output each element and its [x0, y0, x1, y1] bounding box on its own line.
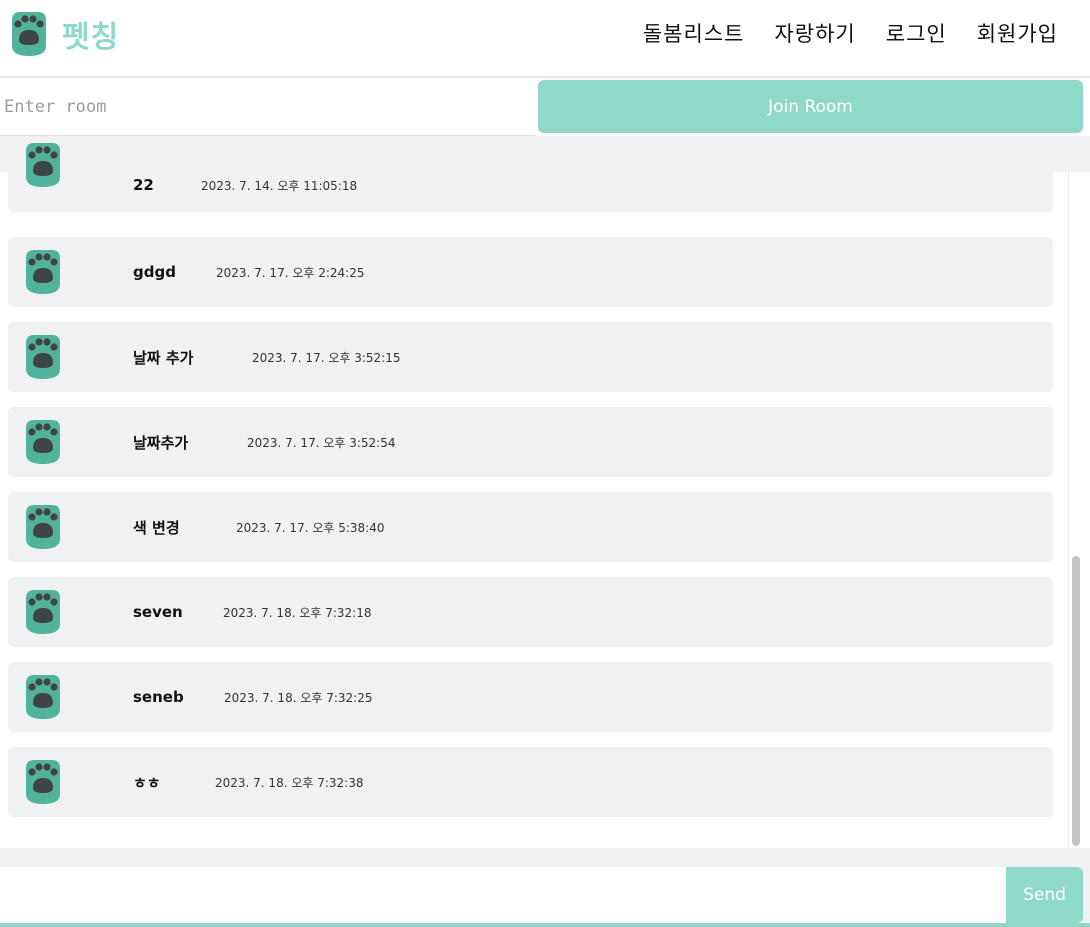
- top-nav: 돌봄리스트 자랑하기 로그인 회원가입: [643, 18, 1058, 48]
- paw-icon: [26, 335, 60, 379]
- message-name: 날짜추가: [133, 433, 189, 452]
- message-name: 22: [133, 176, 154, 194]
- message-time: 2023. 7. 17. 오후 5:38:40: [236, 520, 385, 535]
- paw-icon: [26, 143, 60, 187]
- logo[interactable]: 펫칭: [8, 10, 119, 58]
- message-time: 2023. 7. 18. 오후 7:32:38: [215, 775, 364, 790]
- message-time: 2023. 7. 18. 오후 7:32:25: [224, 690, 373, 705]
- list-item[interactable]: seven 2023. 7. 18. 오후 7:32:18: [8, 577, 1053, 647]
- scrollbar-thumb[interactable]: [1072, 556, 1080, 846]
- message-name: 날짜 추가: [133, 348, 194, 367]
- nav-signup[interactable]: 회원가입: [977, 18, 1058, 48]
- list-item[interactable]: 날짜추가 2023. 7. 17. 오후 3:52:54: [8, 407, 1053, 477]
- paw-icon: [26, 420, 60, 464]
- send-button[interactable]: Send: [1006, 867, 1083, 923]
- message-name: seneb: [133, 688, 184, 706]
- message-time: 2023. 7. 17. 오후 3:52:15: [252, 350, 401, 365]
- list-item[interactable]: seneb 2023. 7. 18. 오후 7:32:25: [8, 662, 1053, 732]
- nav-login[interactable]: 로그인: [886, 18, 947, 48]
- message-input[interactable]: [0, 867, 1006, 923]
- message-time: 2023. 7. 18. 오후 7:32:18: [223, 605, 372, 620]
- join-room-button[interactable]: Join Room: [538, 80, 1083, 133]
- paw-icon: [26, 675, 60, 719]
- list-item[interactable]: 날짜 추가 2023. 7. 17. 오후 3:52:15: [8, 322, 1053, 392]
- logo-text: 펫칭: [62, 20, 120, 55]
- nav-care-list[interactable]: 돌봄리스트: [643, 18, 745, 48]
- list-item[interactable]: ㅎㅎ 2023. 7. 18. 오후 7:32:38: [8, 747, 1053, 817]
- paw-icon: [26, 505, 60, 549]
- message-composer: Send: [0, 848, 1090, 927]
- message-name: 색 변경: [133, 518, 180, 537]
- message-name: seven: [133, 603, 183, 621]
- paw-icon: [12, 12, 46, 56]
- message-list-panel: 22 2023. 7. 14. 오후 11:05:18 gdgd 2023. 7…: [0, 136, 1090, 848]
- list-item[interactable]: 색 변경 2023. 7. 17. 오후 5:38:40: [8, 492, 1053, 562]
- room-join-bar: Join Room: [0, 79, 1090, 136]
- message-name: gdgd: [133, 263, 176, 281]
- list-item[interactable]: gdgd 2023. 7. 17. 오후 2:24:25: [8, 237, 1053, 307]
- room-input[interactable]: [0, 79, 536, 136]
- message-time: 2023. 7. 17. 오후 2:24:25: [216, 265, 365, 280]
- message-name: ㅎㅎ: [133, 773, 161, 792]
- list-item[interactable]: 22 2023. 7. 14. 오후 11:05:18: [8, 136, 1053, 212]
- nav-show-off[interactable]: 자랑하기: [774, 18, 855, 48]
- paw-icon: [26, 250, 60, 294]
- message-time: 2023. 7. 17. 오후 3:52:54: [247, 435, 396, 450]
- app-header: 펫칭 돌봄리스트 자랑하기 로그인 회원가입: [0, 0, 1090, 78]
- paw-icon: [26, 760, 60, 804]
- message-time: 2023. 7. 14. 오후 11:05:18: [201, 179, 358, 193]
- bottom-accent-line: [0, 923, 1090, 927]
- paw-icon: [26, 590, 60, 634]
